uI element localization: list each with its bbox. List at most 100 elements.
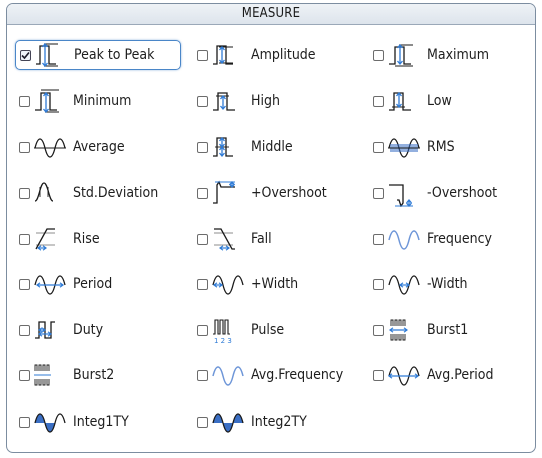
checkbox-checked[interactable] [20, 49, 31, 61]
checkbox[interactable] [373, 369, 384, 381]
measure-item-rms[interactable]: RMS [373, 132, 455, 162]
measure-item-minimum[interactable]: Minimum [19, 86, 131, 116]
measure-item-rise[interactable]: Rise [19, 224, 100, 254]
measure-item-integ2ty[interactable]: Integ2TY [197, 407, 307, 437]
checkbox[interactable] [197, 278, 208, 290]
checkbox[interactable] [19, 233, 30, 245]
frequency-icon [387, 225, 423, 253]
checkbox[interactable] [373, 187, 384, 199]
checkbox[interactable] [19, 416, 30, 428]
checkbox[interactable] [19, 369, 30, 381]
measure-item-label: Burst1 [427, 322, 469, 338]
average-icon [33, 133, 69, 161]
measure-item-fall[interactable]: Fall [197, 224, 272, 254]
integ1ty-icon [33, 408, 69, 436]
checkbox[interactable] [19, 324, 30, 336]
measure-item-label: High [251, 93, 280, 109]
high-icon [211, 87, 247, 115]
burst2-icon [33, 361, 69, 389]
minus-overshoot-icon [387, 179, 423, 208]
dialog-title: MEASURE [7, 4, 535, 25]
measure-item-label: RMS [427, 139, 455, 155]
measure-item-label: -Width [427, 276, 468, 292]
measure-item-avg-period[interactable]: Avg.Period [373, 360, 493, 390]
measure-item-label: Burst2 [73, 367, 115, 383]
measure-item-peak-to-peak[interactable]: Peak to Peak [15, 40, 181, 70]
checkbox[interactable] [19, 278, 30, 290]
avg-frequency-icon [211, 361, 247, 389]
measure-item-burst1[interactable]: Burst1 [373, 315, 468, 345]
measure-item-amplitude[interactable]: Amplitude [197, 40, 316, 70]
checkmark-icon [21, 51, 30, 59]
fall-icon [211, 225, 247, 253]
measure-item-label: Rise [73, 231, 100, 247]
maximum-icon [387, 41, 423, 69]
checkbox[interactable] [197, 369, 208, 381]
measure-item-plus-width[interactable]: +Width [197, 269, 298, 299]
measure-item-label: Middle [251, 139, 293, 155]
measure-item-label: Fall [251, 231, 272, 247]
measure-item-label: Minimum [73, 93, 132, 109]
measure-item-label: Frequency [427, 231, 492, 247]
checkbox[interactable] [373, 233, 384, 245]
plus-width-icon [211, 270, 247, 298]
duty-icon [33, 316, 69, 344]
measure-item-period[interactable]: Period [19, 269, 112, 299]
checkbox[interactable] [19, 187, 30, 199]
checkbox[interactable] [373, 141, 384, 153]
measure-item-std-deviation[interactable]: Std.Deviation [19, 178, 158, 208]
measure-item-average[interactable]: Average [19, 132, 125, 162]
measure-item-high[interactable]: High [197, 86, 280, 116]
measure-item-label: Period [73, 276, 113, 292]
checkbox[interactable] [19, 141, 30, 153]
measure-item-burst2[interactable]: Burst2 [19, 360, 114, 390]
measure-item-label: Avg.Period [427, 367, 494, 383]
burst1-icon [387, 316, 423, 344]
checkbox[interactable] [197, 416, 208, 428]
checkbox[interactable] [197, 187, 208, 199]
measure-item-integ1ty[interactable]: Integ1TY [19, 407, 129, 437]
low-icon [387, 87, 423, 115]
measure-dialog: MEASURE Peak to Peak Amplitude Maximum M… [6, 3, 536, 453]
measure-item-label: Average [73, 139, 125, 155]
measure-item-label: Integ2TY [251, 414, 307, 430]
measure-item-minus-width[interactable]: -Width [373, 269, 468, 299]
middle-icon [211, 133, 247, 161]
measure-item-label: Amplitude [251, 47, 316, 63]
measure-item-plus-overshoot[interactable]: +Overshoot [197, 178, 327, 208]
rms-icon [387, 133, 423, 161]
checkbox[interactable] [19, 95, 30, 107]
measure-item-label: Maximum [427, 47, 490, 63]
integ2ty-icon [211, 408, 247, 436]
checkbox[interactable] [373, 49, 384, 61]
measure-item-low[interactable]: Low [373, 86, 452, 116]
measure-item-avg-frequency[interactable]: Avg.Frequency [197, 360, 343, 390]
checkbox[interactable] [197, 141, 208, 153]
measure-item-minus-overshoot[interactable]: -Overshoot [373, 178, 497, 208]
measure-item-label: Duty [73, 322, 104, 338]
measure-item-label: Low [427, 93, 452, 109]
measure-item-maximum[interactable]: Maximum [373, 40, 489, 70]
measure-item-pulse[interactable]: 1 2 3 Pulse [197, 315, 284, 345]
measure-item-middle[interactable]: Middle [197, 132, 293, 162]
measure-item-label: Std.Deviation [73, 185, 159, 201]
checkbox[interactable] [373, 278, 384, 290]
avg-period-icon [387, 361, 423, 389]
checkbox[interactable] [373, 324, 384, 336]
measure-item-grid: Peak to Peak Amplitude Maximum Minimum H… [7, 25, 535, 452]
measure-item-frequency[interactable]: Frequency [373, 224, 492, 254]
std-deviation-icon [33, 179, 69, 207]
checkbox[interactable] [197, 49, 208, 61]
checkbox[interactable] [197, 95, 208, 107]
minus-width-icon [387, 270, 423, 298]
measure-item-label: +Overshoot [251, 185, 327, 201]
plus-overshoot-icon [211, 179, 247, 207]
checkbox[interactable] [197, 233, 208, 245]
minimum-icon [33, 87, 69, 115]
measure-item-duty[interactable]: Duty [19, 315, 103, 345]
checkbox[interactable] [197, 324, 208, 336]
measure-item-label: -Overshoot [427, 185, 498, 201]
checkbox[interactable] [373, 95, 384, 107]
rise-icon [33, 225, 69, 253]
pulse-icon: 1 2 3 [211, 316, 247, 345]
